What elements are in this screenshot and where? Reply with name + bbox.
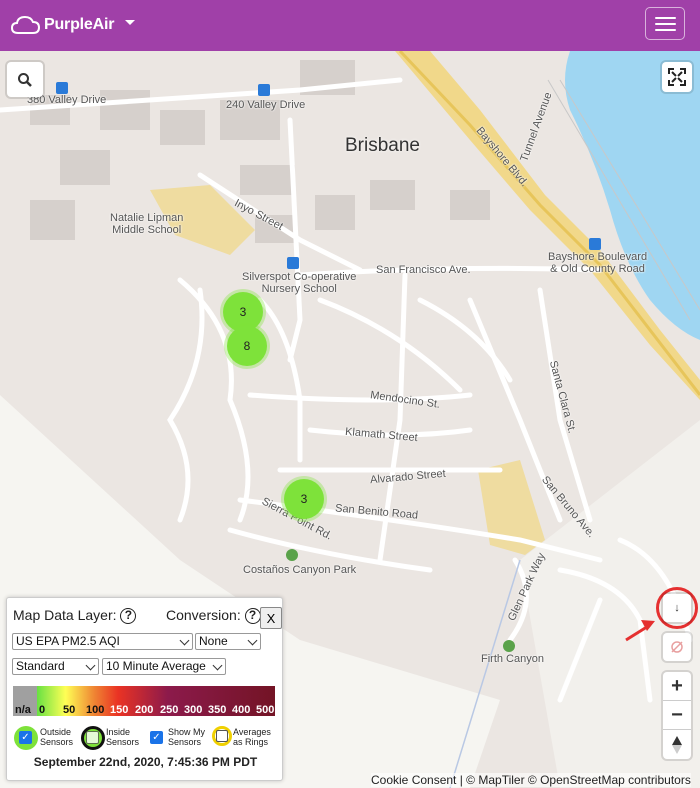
zoom-control: + − [663, 672, 691, 759]
map-label-costanos: Costaños Canyon Park [243, 564, 357, 576]
outside-sensors-label: Outside Sensors [40, 727, 74, 747]
bus-stop-icon [287, 257, 299, 269]
scale-label: 150 [110, 704, 129, 716]
scale-label: 0 [39, 704, 46, 716]
map-label-240-valley: 240 Valley Drive [226, 99, 306, 111]
scale-label: 350 [208, 704, 227, 716]
outside-sensors-checkbox[interactable]: ✓ [19, 731, 32, 744]
brand-name: PurpleAir [44, 16, 115, 33]
conversion-label: Conversion: ? [166, 607, 261, 625]
scale-label: 250 [160, 704, 179, 716]
scale-label: 400 [232, 704, 251, 716]
scale-label: 500 [256, 704, 275, 716]
scale-label: 100 [86, 704, 105, 716]
bus-stop-icon [589, 238, 601, 250]
sensor-cluster[interactable]: 3 [284, 479, 324, 519]
show-my-sensors-checkbox[interactable]: ✓ [150, 731, 163, 744]
zoom-out-button[interactable]: − [663, 701, 691, 730]
compass-icon[interactable] [663, 730, 691, 759]
zoom-in-button[interactable]: + [663, 672, 691, 701]
map-data-layer-label: Map Data Layer: ? [13, 607, 137, 625]
brand[interactable]: PurpleAir [10, 13, 114, 37]
park-icon [286, 549, 298, 561]
map-attribution[interactable]: Cookie Consent | © MapTiler © OpenStreet… [371, 773, 691, 787]
map-label-bayshore-stop: Bayshore Boulevard & Old County Road [548, 251, 648, 275]
download-icon[interactable]: ↓ [663, 594, 691, 622]
averages-rings-label: Averages as Rings [233, 727, 271, 747]
inside-sensors-label: Inside Sensors [106, 727, 140, 747]
help-icon[interactable]: ? [120, 608, 137, 625]
panel-date: September 22nd, 2020, 7:45:36 PM PDT [33, 755, 258, 769]
map-data-panel: Map Data Layer: ? Conversion: ? X US EPA… [6, 597, 283, 781]
bus-stop-icon [258, 84, 270, 96]
bus-stop-icon [56, 82, 68, 94]
style-select[interactable]: Standard [12, 658, 99, 675]
hamburger-menu-icon[interactable] [645, 7, 685, 40]
fullscreen-icon[interactable] [662, 62, 692, 92]
scale-label: n/a [15, 704, 31, 716]
inside-sensors-checkbox[interactable] [86, 731, 99, 744]
close-button[interactable]: X [260, 607, 282, 629]
map-layer-select[interactable]: US EPA PM2.5 AQI [12, 633, 193, 650]
map-label-firth: Firth Canyon [481, 653, 544, 665]
park-icon [503, 640, 515, 652]
scale-label: 200 [135, 704, 154, 716]
map-label-sf-ave: San Francisco Ave. [376, 264, 471, 276]
cloud-icon [10, 15, 41, 34]
map-label-silverspot: Silverspot Co-operative Nursery School [242, 271, 357, 295]
average-select[interactable]: 10 Minute Average [102, 658, 226, 675]
top-bar: PurpleAir [0, 0, 700, 51]
search-icon[interactable] [7, 62, 43, 97]
show-my-sensors-label: Show My Sensors [168, 727, 206, 747]
help-icon[interactable]: ? [244, 608, 261, 625]
conversion-select[interactable]: None [195, 633, 261, 650]
map-label-school: Natalie Lipman Middle School [110, 212, 184, 236]
brand-dropdown-caret-icon[interactable] [125, 20, 135, 25]
averages-rings-checkbox[interactable] [216, 730, 228, 742]
scale-label: 300 [184, 704, 203, 716]
place-name: Brisbane [345, 135, 420, 156]
aqi-color-scale: n/a 0 50 100 150 200 250 300 350 400 500 [13, 686, 275, 716]
location-disabled-icon[interactable] [663, 633, 691, 661]
sensor-cluster[interactable]: 8 [227, 326, 267, 366]
scale-label: 50 [63, 704, 76, 716]
